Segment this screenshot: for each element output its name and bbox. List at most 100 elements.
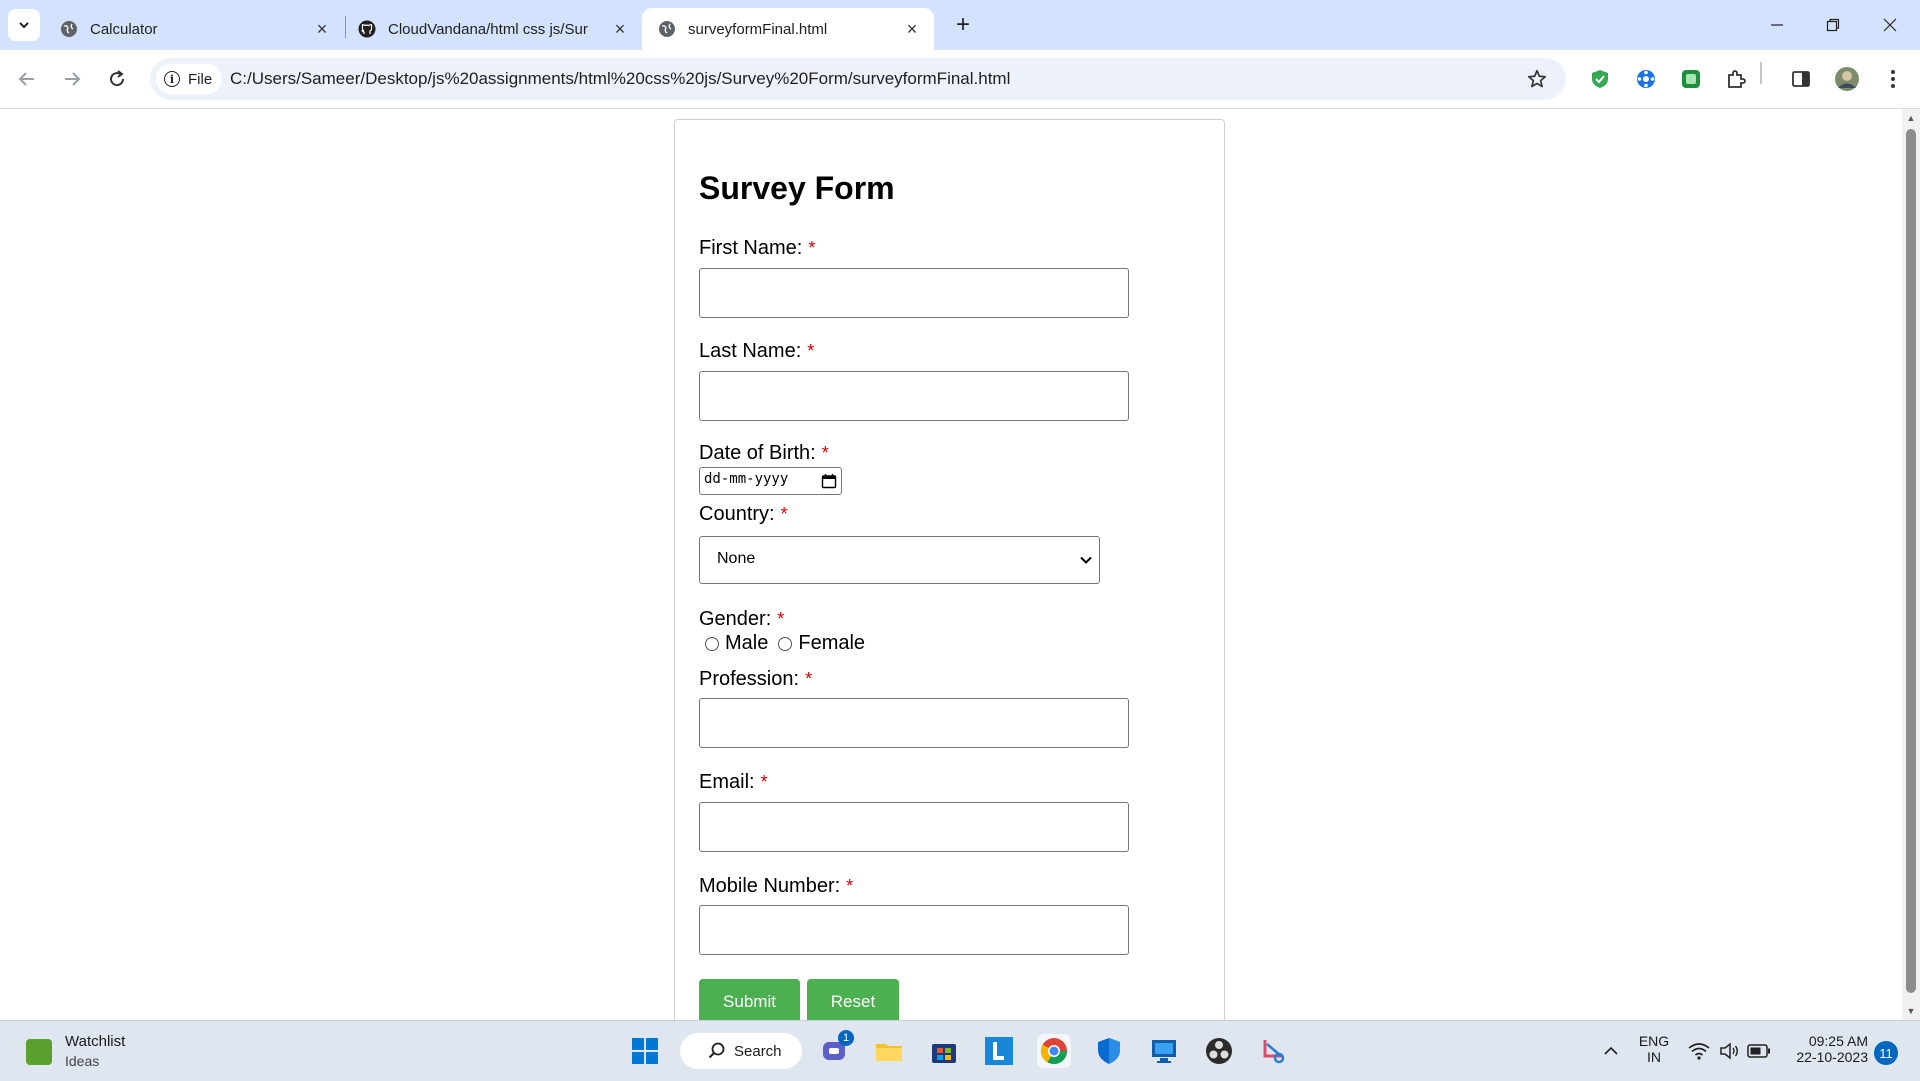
snipping-tool-icon[interactable] [1257, 1034, 1291, 1068]
start-button[interactable] [628, 1034, 662, 1068]
male-radio-label[interactable]: Male [725, 632, 768, 655]
required-asterisk: * [808, 238, 816, 258]
female-radio[interactable] [778, 636, 793, 651]
reset-button[interactable]: Reset [807, 979, 899, 1020]
minimize-icon [1771, 24, 1783, 26]
form-title: Survey Form [699, 170, 895, 206]
defender-icon[interactable] [1092, 1034, 1126, 1068]
chevron-up-icon[interactable] [1594, 1034, 1628, 1068]
widget-title[interactable]: Watchlist [65, 1033, 125, 1050]
scrollbar-thumb[interactable] [1906, 129, 1916, 993]
arrow-left-icon [18, 72, 34, 86]
required-asterisk: * [807, 341, 815, 361]
github-icon [358, 20, 376, 38]
gender-label: Gender: * [699, 608, 785, 630]
dob-placeholder: dd-mm-yyyy [704, 471, 789, 487]
required-asterisk: * [777, 609, 785, 629]
scroll-up-arrow-icon[interactable]: ▲ [1906, 113, 1916, 123]
tab-search-button[interactable] [8, 9, 40, 41]
obs-icon[interactable] [1202, 1034, 1236, 1068]
profession-input[interactable] [699, 698, 1129, 748]
tab-title: CloudVandana/html css js/Sur [388, 20, 588, 38]
new-tab-button[interactable]: + [949, 11, 977, 39]
address-bar[interactable]: i File C:/Users/Sameer/Desktop/js%20assi… [150, 58, 1566, 100]
network-extension-icon[interactable] [1633, 66, 1659, 92]
country-label: Country: * [699, 503, 788, 525]
search-label: Search [734, 1042, 782, 1060]
file-explorer-icon[interactable] [872, 1034, 906, 1068]
clock-date: 22-10-2023 [1796, 1049, 1868, 1065]
last-name-label: Last Name: * [699, 340, 815, 362]
minimize-button[interactable] [1762, 10, 1792, 40]
dob-input[interactable]: dd-mm-yyyy [699, 467, 842, 495]
battery-icon[interactable] [1742, 1034, 1776, 1068]
green-extension-icon[interactable] [1678, 66, 1704, 92]
email-input[interactable] [699, 802, 1129, 852]
tab-strip: Calculator × CloudVandana/html css js/Su… [0, 0, 1920, 50]
dob-label: Date of Birth: * [699, 442, 829, 464]
taskbar-search[interactable]: Search [680, 1033, 802, 1069]
globe-icon [658, 20, 676, 38]
reload-button[interactable] [102, 64, 132, 94]
volume-icon[interactable] [1712, 1034, 1746, 1068]
url-text[interactable]: C:/Users/Sameer/Desktop/js%20assignments… [230, 69, 1010, 89]
forward-button[interactable] [57, 64, 87, 94]
language-code: ENG [1638, 1033, 1670, 1049]
close-tab-icon[interactable]: × [610, 19, 630, 39]
microsoft-store-icon[interactable] [927, 1034, 961, 1068]
clock-time: 09:25 AM [1808, 1033, 1868, 1049]
more-menu-icon[interactable] [1880, 66, 1906, 92]
reload-icon [110, 70, 125, 87]
first-name-input[interactable] [699, 268, 1129, 318]
tab-title: surveyformFinal.html [688, 20, 828, 38]
restore-button[interactable] [1818, 10, 1848, 40]
toolbar-divider [1760, 62, 1762, 84]
first-name-label: First Name: * [699, 237, 816, 259]
tab-title: Calculator [90, 20, 158, 38]
close-window-button[interactable] [1875, 10, 1905, 40]
calendar-icon[interactable] [821, 473, 837, 489]
last-name-input[interactable] [699, 371, 1129, 421]
search-icon [708, 1042, 725, 1059]
scroll-down-arrow-icon[interactable]: ▼ [1906, 1006, 1916, 1016]
chevron-down-icon [1080, 556, 1092, 564]
required-asterisk: * [846, 876, 854, 896]
side-panel-icon[interactable] [1788, 66, 1814, 92]
l-app-icon[interactable] [982, 1034, 1016, 1068]
close-icon [1883, 18, 1897, 32]
back-button[interactable] [12, 64, 42, 94]
star-bookmark-icon[interactable] [1526, 68, 1548, 90]
stock-widget-icon[interactable] [26, 1039, 52, 1065]
site-info-chip[interactable]: i File [156, 64, 223, 94]
widget-subtitle[interactable]: Ideas [65, 1053, 99, 1069]
remote-desktop-icon[interactable] [1147, 1034, 1181, 1068]
teams-chat-icon[interactable]: 1 [818, 1030, 854, 1068]
adblock-extension-icon[interactable] [1587, 66, 1613, 92]
male-radio[interactable] [705, 636, 719, 651]
chat-badge: 1 [838, 1030, 854, 1046]
clock[interactable]: 09:25 AM 22-10-2023 [1784, 1033, 1868, 1065]
close-tab-icon[interactable]: × [312, 19, 332, 39]
tab-github[interactable]: CloudVandana/html css js/Sur × [342, 8, 642, 50]
language-indicator[interactable]: ENG IN [1636, 1033, 1672, 1065]
mobile-input[interactable] [699, 905, 1129, 955]
notification-badge[interactable]: 11 [1874, 1041, 1898, 1065]
close-tab-icon[interactable]: × [902, 19, 922, 39]
tab-surveyform[interactable]: surveyformFinal.html × [642, 8, 934, 50]
email-label: Email: * [699, 771, 768, 793]
gender-options: Male Female [705, 632, 865, 655]
tab-calculator[interactable]: Calculator × [44, 8, 344, 50]
chrome-icon[interactable] [1037, 1034, 1071, 1068]
profile-avatar[interactable] [1834, 66, 1860, 92]
submit-button[interactable]: Submit [699, 979, 800, 1020]
required-asterisk: * [821, 443, 829, 463]
page-scrollbar[interactable]: ▲ ▼ [1902, 109, 1920, 1020]
extensions-puzzle-icon[interactable] [1723, 66, 1749, 92]
female-radio-label[interactable]: Female [798, 632, 865, 655]
country-select[interactable]: None [699, 536, 1100, 584]
windows-taskbar: Watchlist Ideas Search 1 ENG IN 09:25 AM… [0, 1020, 1920, 1081]
language-region: IN [1647, 1049, 1661, 1065]
wifi-icon[interactable] [1682, 1034, 1716, 1068]
required-asterisk: * [780, 504, 788, 524]
arrow-right-icon [65, 72, 81, 86]
